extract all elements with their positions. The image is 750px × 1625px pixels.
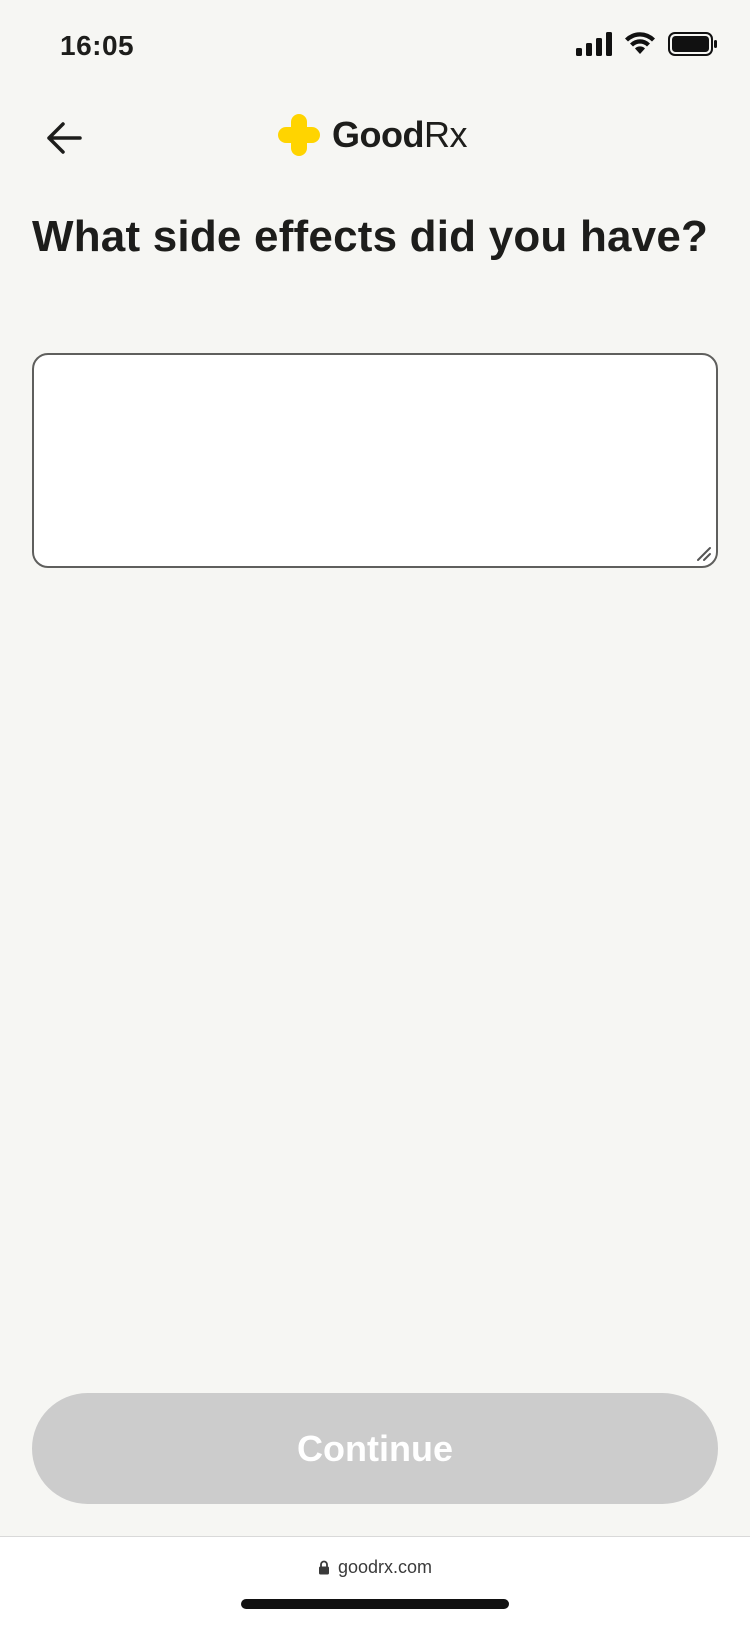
arrow-left-icon bbox=[47, 122, 82, 154]
resize-handle-icon[interactable] bbox=[694, 544, 712, 562]
question-heading: What side effects did you have? bbox=[32, 212, 709, 261]
lock-icon bbox=[318, 1560, 329, 1575]
back-button[interactable] bbox=[38, 112, 90, 164]
browser-url-bar: goodrx.com bbox=[0, 1536, 750, 1625]
wifi-icon bbox=[625, 32, 655, 54]
brand-name: GoodRx bbox=[332, 114, 467, 156]
status-bar: 16:05 bbox=[0, 0, 750, 96]
side-effects-textarea[interactable] bbox=[32, 353, 718, 568]
goodrx-logo: GoodRx bbox=[278, 114, 467, 156]
continue-button[interactable]: Continue bbox=[32, 1393, 718, 1504]
side-effects-field bbox=[32, 353, 718, 568]
url-display[interactable]: goodrx.com bbox=[0, 1557, 750, 1578]
header: GoodRx bbox=[0, 96, 750, 176]
goodrx-plus-icon bbox=[278, 114, 320, 156]
battery-icon bbox=[668, 32, 717, 56]
home-indicator bbox=[241, 1599, 509, 1609]
cellular-signal-icon bbox=[576, 32, 612, 56]
brand-name-bold: Good bbox=[332, 114, 424, 155]
brand-name-light: Rx bbox=[423, 114, 468, 155]
status-time: 16:05 bbox=[60, 30, 135, 61]
status-icons bbox=[576, 32, 718, 56]
url-text: goodrx.com bbox=[337, 1557, 433, 1577]
